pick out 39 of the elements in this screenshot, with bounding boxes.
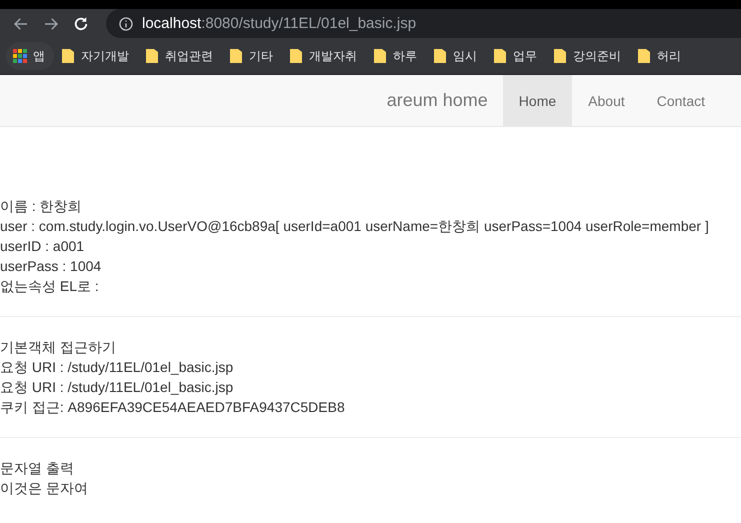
folder-icon	[145, 48, 159, 64]
reload-icon[interactable]	[72, 14, 90, 32]
info-icon[interactable]	[118, 16, 134, 32]
text-line: 쿠키 접근: A896EFA39CE54AEAED7BFA9437C5DEB8	[0, 398, 346, 417]
text-line: 요청 URI : /study/11EL/01el_basic.jsp	[0, 378, 234, 397]
text-line: 없는속성 EL로 :	[0, 277, 100, 296]
bookmark-folder[interactable]: 업무	[486, 42, 546, 70]
text-line: user : com.study.login.vo.UserVO@16cb89a[ userId=a001 userName=한창희 userPass=1004 userRole=member ]	[0, 217, 710, 236]
folder-icon	[637, 48, 651, 64]
grid-icon	[13, 49, 27, 63]
text-line: userID : a001	[0, 237, 86, 256]
nav-link[interactable]: Home	[502, 75, 572, 126]
apps-bookmark[interactable]: 앱	[6, 42, 54, 70]
text-line: 이것은 문자여	[0, 479, 89, 498]
bookmark-folder[interactable]: 개발자취	[282, 42, 366, 70]
text-line: userPass : 1004	[0, 257, 102, 276]
url-text: localhost:8080/study/11EL/01el_basic.jsp	[142, 15, 416, 32]
address-bar[interactable]: localhost:8080/study/11EL/01el_basic.jsp	[106, 9, 741, 38]
folder-icon	[553, 48, 567, 64]
bookmark-folder[interactable]: 하루	[366, 42, 426, 70]
bookmark-folder[interactable]: 자기개발	[54, 42, 138, 70]
folder-icon	[61, 48, 75, 64]
bookmark-folder[interactable]: 강의준비	[546, 42, 630, 70]
brand-link[interactable]: areum home	[372, 75, 503, 126]
text-line: 요청 URI : /study/11EL/01el_basic.jsp	[0, 358, 234, 377]
bookmark-folder[interactable]: 취업관련	[138, 42, 222, 70]
bookmark-folder[interactable]: 허리	[630, 42, 690, 70]
text-line: 기본객체 접근하기	[0, 338, 117, 357]
folder-icon	[493, 48, 507, 64]
folder-icon	[229, 48, 243, 64]
folder-icon	[289, 48, 303, 64]
text-line: 이름 : 한창희	[0, 197, 83, 216]
nav-link[interactable]: Contact	[640, 75, 721, 126]
bookmark-folder[interactable]: 임시	[426, 42, 486, 70]
text-line: 문자열 출력	[0, 459, 75, 478]
folder-icon	[433, 48, 447, 64]
nav-link[interactable]: About	[572, 75, 641, 126]
folder-icon	[373, 48, 387, 64]
bookmark-folder[interactable]: 기타	[222, 42, 282, 70]
